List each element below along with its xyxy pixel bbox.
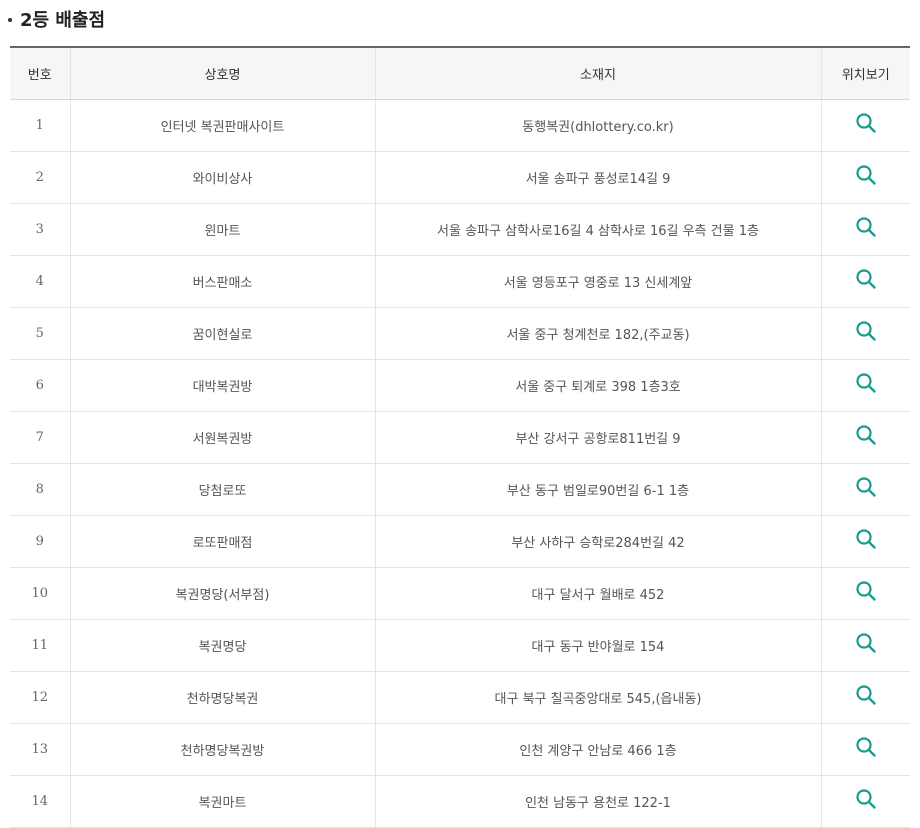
row-view-location (820, 255, 910, 308)
table-row: 14 복권마트 인천 남동구 용천로 122-1 (10, 775, 910, 828)
row-store-name: 천하명당복권 (69, 671, 375, 724)
table-row: 11 복권명당 대구 동구 반야월로 154 (10, 619, 910, 672)
row-view-location (820, 723, 910, 776)
table-row: 8 당첨로또 부산 동구 범일로90번길 6-1 1층 (10, 463, 910, 516)
table-body: 1 인터넷 복권판매사이트 동행복권(dhlottery.co.kr) 2 와이비상사 서… (10, 99, 910, 828)
winners-table: 번호 상호명 소재지 위치보기 1 인터넷 복권판매사이트 동행복권(dhlotte… (10, 46, 910, 828)
section-header: 2등 배출점 (8, 4, 105, 34)
row-view-location (820, 619, 910, 672)
row-address: 인천 남동구 용천로 122-1 (374, 775, 821, 828)
page-title: 2등 배출점 (20, 10, 106, 31)
table-row: 6 대박복권방 서울 중구 퇴계로 398 1층3호 (10, 359, 910, 412)
row-view-location (820, 359, 910, 412)
header-address: 소재지 (374, 46, 821, 100)
table-row: 12 천하명당복권 대구 북구 칠곡중앙대로 545,(읍내동) (10, 671, 910, 724)
table-row: 2 와이비상사 서울 송파구 풍성로14길 9 (10, 151, 910, 204)
table-row: 10 복권명당(서부점) 대구 달서구 월배로 452 (10, 567, 910, 620)
row-number: 14 (10, 775, 70, 828)
row-view-location (820, 463, 910, 516)
table-row: 5 꿈이현실로 서울 중구 청계천로 182,(주교동) (10, 307, 910, 360)
row-number: 4 (10, 255, 70, 308)
search-icon[interactable] (855, 632, 877, 654)
row-number: 10 (10, 567, 70, 620)
winners-table-container: 번호 상호명 소재지 위치보기 1 인터넷 복권판매사이트 동행복권(dhlotte… (10, 46, 910, 828)
row-store-name: 서원복권방 (69, 411, 375, 464)
row-address: 부산 사하구 승학로284번길 42 (374, 515, 821, 568)
row-view-location (820, 151, 910, 204)
row-address: 대구 북구 칠곡중앙대로 545,(읍내동) (374, 671, 821, 724)
row-number: 6 (10, 359, 70, 412)
row-address: 인천 계양구 안남로 466 1층 (374, 723, 821, 776)
table-row: 9 로또판매점 부산 사하구 승학로284번길 42 (10, 515, 910, 568)
table-header-row: 번호 상호명 소재지 위치보기 (10, 46, 910, 100)
row-store-name: 대박복권방 (69, 359, 375, 412)
search-icon[interactable] (855, 580, 877, 602)
header-store-name: 상호명 (69, 46, 375, 100)
row-number: 5 (10, 307, 70, 360)
row-number: 8 (10, 463, 70, 516)
row-store-name: 복권명당 (69, 619, 375, 672)
header-number: 번호 (10, 46, 70, 100)
row-address: 서울 중구 퇴계로 398 1층3호 (374, 359, 821, 412)
row-store-name: 당첨로또 (69, 463, 375, 516)
row-store-name: 복권명당(서부점) (69, 567, 375, 620)
row-view-location (820, 671, 910, 724)
search-icon[interactable] (855, 684, 877, 706)
table-row: 3 윈마트 서울 송파구 삼학사로16길 4 삼학사로 16길 우측 건물 1층 (10, 203, 910, 256)
row-number: 7 (10, 411, 70, 464)
row-address: 동행복권(dhlottery.co.kr) (374, 99, 821, 152)
row-address: 대구 달서구 월배로 452 (374, 567, 821, 620)
search-icon[interactable] (855, 112, 877, 134)
row-number: 13 (10, 723, 70, 776)
table-row: 7 서원복권방 부산 강서구 공항로811번길 9 (10, 411, 910, 464)
search-icon[interactable] (855, 320, 877, 342)
row-view-location (820, 411, 910, 464)
table-row: 13 천하명당복권방 인천 계양구 안남로 466 1층 (10, 723, 910, 776)
row-address: 부산 강서구 공항로811번길 9 (374, 411, 821, 464)
row-store-name: 복권마트 (69, 775, 375, 828)
row-number: 3 (10, 203, 70, 256)
row-store-name: 천하명당복권방 (69, 723, 375, 776)
row-store-name: 버스판매소 (69, 255, 375, 308)
bullet-dot (8, 18, 12, 22)
row-view-location (820, 203, 910, 256)
row-address: 서울 중구 청계천로 182,(주교동) (374, 307, 821, 360)
row-store-name: 로또판매점 (69, 515, 375, 568)
row-address: 부산 동구 범일로90번길 6-1 1층 (374, 463, 821, 516)
table-row: 1 인터넷 복권판매사이트 동행복권(dhlottery.co.kr) (10, 99, 910, 152)
row-number: 11 (10, 619, 70, 672)
search-icon[interactable] (855, 424, 877, 446)
row-number: 12 (10, 671, 70, 724)
search-icon[interactable] (855, 372, 877, 394)
row-store-name: 꿈이현실로 (69, 307, 375, 360)
search-icon[interactable] (855, 216, 877, 238)
row-view-location (820, 307, 910, 360)
header-view-location: 위치보기 (820, 46, 910, 100)
row-number: 1 (10, 99, 70, 152)
search-icon[interactable] (855, 788, 877, 810)
row-store-name: 와이비상사 (69, 151, 375, 204)
row-address: 서울 영등포구 영중로 13 신세계앞 (374, 255, 821, 308)
row-store-name: 인터넷 복권판매사이트 (69, 99, 375, 152)
row-store-name: 윈마트 (69, 203, 375, 256)
table-row: 4 버스판매소 서울 영등포구 영중로 13 신세계앞 (10, 255, 910, 308)
row-address: 서울 송파구 풍성로14길 9 (374, 151, 821, 204)
row-view-location (820, 567, 910, 620)
row-number: 9 (10, 515, 70, 568)
search-icon[interactable] (855, 268, 877, 290)
row-view-location (820, 775, 910, 828)
row-view-location (820, 99, 910, 152)
search-icon[interactable] (855, 528, 877, 550)
row-address: 서울 송파구 삼학사로16길 4 삼학사로 16길 우측 건물 1층 (374, 203, 821, 256)
search-icon[interactable] (855, 736, 877, 758)
search-icon[interactable] (855, 476, 877, 498)
row-view-location (820, 515, 910, 568)
row-address: 대구 동구 반야월로 154 (374, 619, 821, 672)
row-number: 2 (10, 151, 70, 204)
search-icon[interactable] (855, 164, 877, 186)
